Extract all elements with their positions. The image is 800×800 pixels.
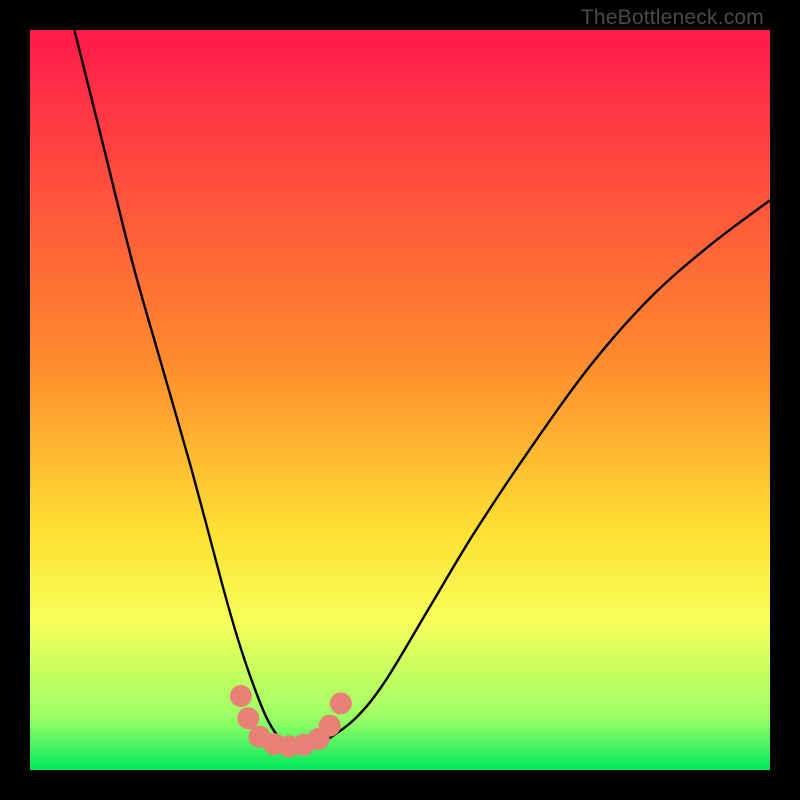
curve-marker [319, 715, 341, 737]
curve-markers [230, 685, 352, 757]
curve-marker [230, 685, 252, 707]
bottleneck-curve-layer [30, 30, 770, 770]
chart-frame: TheBottleneck.com [0, 0, 800, 800]
curve-marker [330, 692, 352, 714]
plot-area [30, 30, 770, 770]
curve-marker [237, 707, 259, 729]
watermark-text: TheBottleneck.com [581, 6, 764, 30]
bottleneck-curve [74, 30, 770, 749]
